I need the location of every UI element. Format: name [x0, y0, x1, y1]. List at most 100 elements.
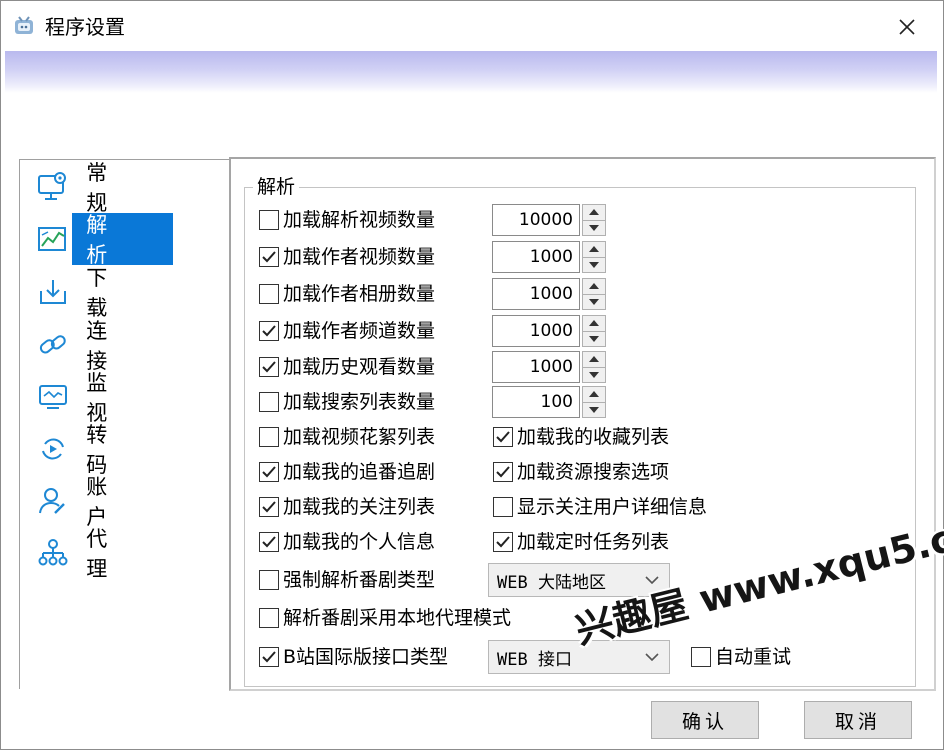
link-chain-icon [33, 327, 72, 363]
increment-button[interactable] [583, 242, 605, 258]
checkbox-box [259, 357, 279, 377]
sidebar-item-account[interactable]: 账户 [33, 475, 173, 529]
sidebar-item-label: 常规 [86, 161, 124, 215]
search-list-count-input[interactable] [492, 386, 580, 418]
show-following-detail-checkbox[interactable]: 显示关注用户详细信息 [493, 493, 707, 521]
checkbox-box [259, 427, 279, 447]
checkbox-box [259, 210, 279, 230]
caret-up-icon [589, 320, 599, 327]
sidebar-item-connection[interactable]: 连接 [33, 319, 173, 373]
sidebar-item-transcode[interactable]: 转码 [33, 423, 173, 477]
load-search-list-count-checkbox[interactable]: 加载搜索列表数量 [259, 388, 435, 416]
load-my-profile-checkbox[interactable]: 加载我的个人信息 [259, 528, 435, 556]
increment-button[interactable] [583, 316, 605, 332]
download-tray-icon [33, 274, 72, 310]
load-my-following-checkbox[interactable]: 加载我的关注列表 [259, 493, 435, 521]
bilibili-intl-api-checkbox[interactable]: B站国际版接口类型 [259, 643, 448, 671]
monitor-gear-icon [33, 169, 72, 205]
force-bangumi-type-checkbox[interactable]: 强制解析番剧类型 [259, 566, 435, 594]
sidebar-item-general[interactable]: 常规 [33, 161, 173, 215]
checkmark-icon [496, 466, 510, 478]
checkbox-label: 加载解析视频数量 [283, 209, 436, 231]
user-edit-icon [33, 483, 72, 519]
sidebar-item-label: 解析 [72, 213, 173, 267]
cancel-button[interactable]: 取消 [804, 701, 912, 739]
load-parse-video-count-checkbox[interactable]: 加载解析视频数量 [259, 206, 435, 234]
chart-line-icon [33, 221, 72, 257]
checkbox-box [259, 321, 279, 341]
load-resource-search-checkbox[interactable]: 加载资源搜索选项 [493, 458, 669, 486]
checkbox-label: 加载我的收藏列表 [517, 426, 670, 448]
sidebar-item-download[interactable]: 下载 [33, 266, 173, 320]
caret-up-icon [589, 356, 599, 363]
history-count-spinner [492, 351, 608, 383]
checkmark-icon [496, 431, 510, 443]
checkbox-label: 加载我的个人信息 [283, 531, 436, 553]
checkbox-box [259, 647, 279, 667]
decrement-button[interactable] [583, 332, 605, 347]
load-my-favorites-checkbox[interactable]: 加载我的收藏列表 [493, 423, 669, 451]
checkbox-label: 加载搜索列表数量 [283, 391, 436, 413]
load-author-video-count-checkbox[interactable]: 加载作者视频数量 [259, 243, 435, 271]
load-video-tidbits-checkbox[interactable]: 加载视频花絮列表 [259, 423, 435, 451]
app-icon [15, 16, 33, 34]
increment-button[interactable] [583, 352, 605, 368]
close-button[interactable] [881, 9, 933, 45]
search-list-count-spinner [492, 386, 608, 418]
decrement-button[interactable] [583, 221, 605, 236]
checkbox-box [493, 462, 513, 482]
load-scheduled-tasks-checkbox[interactable]: 加载定时任务列表 [493, 528, 669, 556]
ok-button[interactable]: 确认 [651, 701, 759, 739]
checkbox-box [493, 427, 513, 447]
load-author-album-count-checkbox[interactable]: 加载作者相册数量 [259, 280, 435, 308]
checkbox-label: 显示关注用户详细信息 [517, 496, 708, 518]
history-count-input[interactable] [492, 351, 580, 383]
checkbox-label: 强制解析番剧类型 [283, 569, 436, 591]
auto-retry-checkbox[interactable]: 自动重试 [691, 643, 791, 671]
checkbox-box [259, 570, 279, 590]
increment-button[interactable] [583, 205, 605, 221]
sidebar-item-label: 代理 [86, 527, 124, 581]
sidebar-item-monitor[interactable]: 监视 [33, 371, 173, 425]
checkbox-label: B站国际版接口类型 [283, 646, 449, 668]
sidebar-item-label: 转码 [86, 423, 124, 477]
load-my-bangumi-checkbox[interactable]: 加载我的追番追剧 [259, 458, 435, 486]
author-channel-count-input[interactable] [492, 315, 580, 347]
checkbox-label: 加载视频花絮列表 [283, 426, 436, 448]
decrement-button[interactable] [583, 403, 605, 418]
monitor-wave-icon [33, 379, 72, 415]
sidebar-item-label: 下载 [86, 266, 124, 320]
increment-button[interactable] [583, 279, 605, 295]
sidebar-item-proxy[interactable]: 代理 [33, 527, 173, 581]
author-album-count-input[interactable] [492, 278, 580, 310]
select-value: WEB 接口 [497, 649, 572, 670]
checkbox-box [493, 497, 513, 517]
sidebar-item-parse[interactable]: 解析 [33, 213, 173, 267]
decrement-button[interactable] [583, 368, 605, 383]
caret-up-icon [589, 209, 599, 216]
checkmark-icon [262, 466, 276, 478]
checkbox-box [259, 608, 279, 628]
network-tree-icon [33, 535, 72, 571]
decrement-button[interactable] [583, 295, 605, 310]
checkbox-box [259, 497, 279, 517]
load-author-channel-count-checkbox[interactable]: 加载作者频道数量 [259, 317, 435, 345]
caret-up-icon [589, 391, 599, 398]
bangumi-local-proxy-checkbox[interactable]: 解析番剧采用本地代理模式 [259, 604, 511, 632]
spin-buttons [582, 351, 606, 383]
increment-button[interactable] [583, 387, 605, 403]
title-bar: 程序设置 [1, 1, 943, 51]
parse-video-count-spinner [492, 204, 608, 236]
spin-buttons [582, 278, 606, 310]
checkbox-label: 自动重试 [715, 646, 792, 668]
checkmark-icon [262, 361, 276, 373]
author-video-count-input[interactable] [492, 241, 580, 273]
decrement-button[interactable] [583, 258, 605, 273]
load-history-count-checkbox[interactable]: 加载历史观看数量 [259, 353, 435, 381]
checkbox-box [259, 392, 279, 412]
groupbox-title: 解析 [253, 174, 300, 200]
spin-buttons [582, 241, 606, 273]
checkmark-icon [262, 651, 276, 663]
checkbox-box [259, 284, 279, 304]
parse-video-count-input[interactable] [492, 204, 580, 236]
